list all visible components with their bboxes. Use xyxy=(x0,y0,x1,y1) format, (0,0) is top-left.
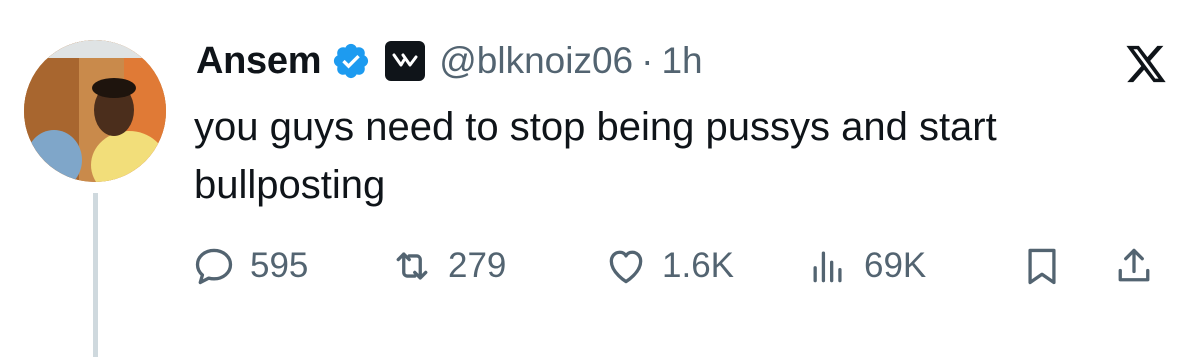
tweet-header: Ansem @blknoiz06 · 1h xyxy=(196,36,703,86)
timestamp[interactable]: 1h xyxy=(661,40,702,82)
like-count: 1.6K xyxy=(662,246,734,285)
separator-dot: · xyxy=(641,40,654,81)
share-icon xyxy=(1118,248,1150,282)
repost-button[interactable]: 279 xyxy=(390,240,506,292)
bookmark-button[interactable] xyxy=(1020,240,1064,292)
verified-badge-icon xyxy=(334,43,369,79)
like-button[interactable]: 1.6K xyxy=(604,240,734,292)
share-button[interactable] xyxy=(1112,240,1156,292)
avatar[interactable] xyxy=(24,40,166,182)
x-logo-icon xyxy=(1126,45,1166,83)
repost-icon xyxy=(396,252,428,280)
views-chart-icon xyxy=(813,251,842,283)
affiliate-logo-icon[interactable] xyxy=(385,41,426,81)
heart-icon xyxy=(609,250,643,284)
action-bar: 595 279 1.6K 69K xyxy=(192,240,1159,292)
tweet-text: you guys need to stop being pussys and s… xyxy=(194,105,997,207)
reply-icon xyxy=(195,248,233,285)
author-name[interactable]: Ansem xyxy=(196,40,322,83)
reply-count: 595 xyxy=(250,246,309,285)
reply-button[interactable]: 595 xyxy=(192,240,308,292)
repost-count: 279 xyxy=(448,246,507,285)
views-button[interactable]: 69K xyxy=(806,240,926,292)
thread-line xyxy=(93,193,98,357)
author-handle[interactable]: @blknoiz06 xyxy=(439,40,633,82)
views-count: 69K xyxy=(864,246,927,285)
bookmark-icon xyxy=(1028,248,1056,285)
